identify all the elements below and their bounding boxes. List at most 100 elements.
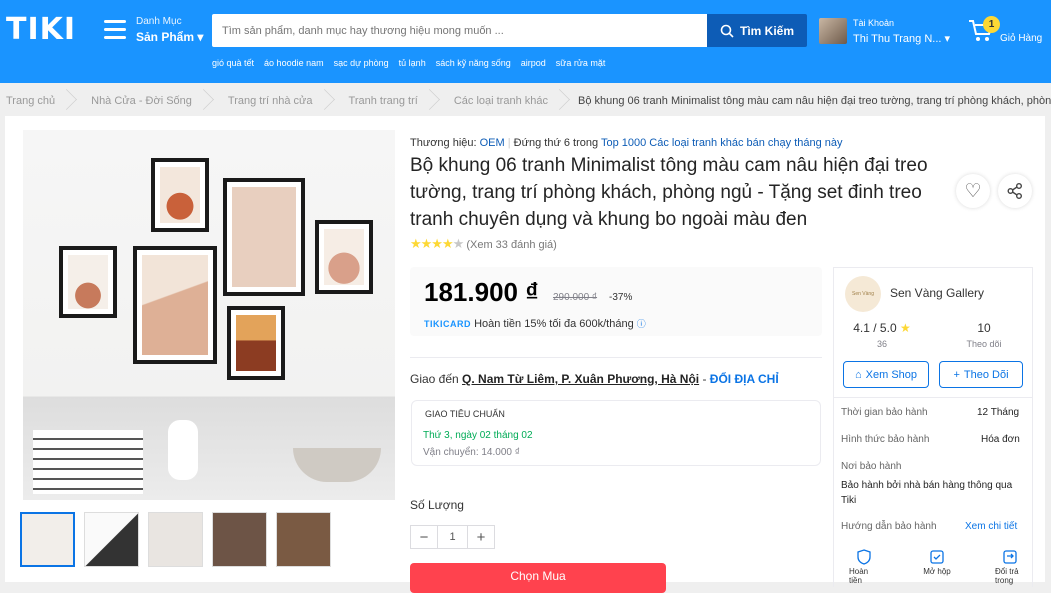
search-button[interactable]: Tìm Kiếm — [707, 14, 807, 47]
price-box: 181.900 ₫ 290.000 ₫ -37% TIKICARD Hoàn t… — [410, 267, 822, 336]
seller-name[interactable]: Sen Vàng Gallery — [890, 286, 984, 300]
decrease-button[interactable]: − — [410, 525, 438, 549]
discount-badge: -37% — [609, 292, 633, 303]
shipping-date: Thứ 3, ngày 02 tháng 02 — [423, 430, 533, 441]
shipping-title: GIAO TIÊU CHUẨN — [425, 409, 505, 419]
frame-art — [59, 246, 117, 318]
shield-icon — [857, 549, 871, 565]
divider — [410, 357, 822, 358]
return-policy[interactable]: Đổi trả trong — [995, 549, 1025, 585]
warranty-time-label: Thời gian bảo hành — [841, 407, 928, 418]
cart-label: Giỏ Hàng — [1000, 33, 1043, 44]
help-icon: ⓘ — [636, 319, 646, 329]
warranty-place-label: Nơi bảo hành — [841, 461, 902, 472]
account-menu[interactable]: Tài Khoản Thi Thu Trang N... ▾ — [819, 18, 950, 45]
breadcrumb-item[interactable]: Tranh trang trí — [343, 95, 434, 107]
warranty-time: 12 Tháng — [977, 407, 1020, 418]
quantity-value[interactable]: 1 — [438, 525, 467, 549]
warranty-guide-link[interactable]: Xem chi tiết — [965, 521, 1017, 532]
rank-link[interactable]: Top 1000 Các loại tranh khác bán chạy th… — [601, 137, 843, 149]
seller-followers: 10 Theo dõi — [966, 321, 1002, 349]
cart-count-badge: 1 — [983, 16, 1000, 33]
open-box-policy[interactable]: Mở hộp — [922, 549, 952, 585]
address-link[interactable]: Q. Nam Từ Liêm, P. Xuân Phương, Hà Nội — [462, 372, 699, 386]
breadcrumb-item[interactable]: Trang chủ — [0, 95, 71, 107]
breadcrumb: Trang chủ Nhà Cửa - Đời Sống Trang trí n… — [0, 86, 1051, 116]
search-input[interactable] — [212, 14, 707, 47]
tiki-logo[interactable]: TIKI — [6, 12, 76, 47]
quantity-stepper: − 1 + — [410, 525, 495, 549]
keyword-link[interactable]: áo hoodie nam — [264, 58, 324, 68]
product-panel: Thương hiệu: OEM | Đứng thứ 6 trong Top … — [5, 116, 1045, 593]
shipping-fee: Vận chuyển: 14.000 ₫ — [423, 447, 520, 458]
original-price: 290.000 ₫ — [553, 292, 598, 303]
account-label: Tài Khoản — [853, 18, 895, 28]
category-menu-label: Danh Mục — [136, 16, 182, 27]
hamburger-menu-icon[interactable] — [104, 20, 126, 40]
keyword-link[interactable]: airpod — [521, 58, 546, 68]
frame-art — [223, 178, 305, 296]
rating-row: ★★★★★ (Xem 33 đánh giá) — [410, 236, 557, 252]
search-icon — [720, 24, 734, 38]
keyword-suggestions: gió quà tết áo hoodie nam sạc dự phòng t… — [212, 58, 605, 68]
warranty-form-label: Hình thức bảo hành — [841, 434, 930, 445]
decor-books — [33, 430, 143, 494]
checkbox-icon — [930, 550, 944, 564]
delivery-address: Giao đến Q. Nam Từ Liêm, P. Xuân Phương,… — [410, 372, 779, 386]
increase-button[interactable]: + — [467, 525, 495, 549]
star-icons: ★★★★★ — [410, 236, 464, 251]
current-price: 181.900 ₫ — [424, 277, 539, 307]
thumbnail[interactable] — [20, 512, 75, 567]
breadcrumb-item[interactable]: Các loại tranh khác — [448, 95, 564, 107]
star-icon: ★ — [899, 321, 911, 335]
view-shop-button[interactable]: ⌂ Xem Shop — [843, 361, 929, 388]
shipping-box: GIAO TIÊU CHUẨN Thứ 3, ngày 02 tháng 02 … — [411, 400, 821, 466]
keyword-link[interactable]: sữa rửa mặt — [556, 58, 606, 68]
thumbnail-strip — [20, 512, 331, 567]
breadcrumb-item[interactable]: Nhà Cửa - Đời Sống — [85, 95, 208, 107]
thumbnail[interactable] — [212, 512, 267, 567]
quantity-label: Số Lượng — [410, 498, 464, 512]
decor-plant — [168, 420, 198, 480]
breadcrumb-current: Bộ khung 06 tranh Minimalist tông màu ca… — [578, 95, 1051, 107]
brand-line: Thương hiệu: OEM | Đứng thứ 6 trong Top … — [410, 137, 843, 149]
breadcrumb-item[interactable]: Trang trí nhà cửa — [222, 95, 329, 107]
keyword-link[interactable]: gió quà tết — [212, 58, 254, 68]
divider — [833, 397, 1033, 398]
follow-button[interactable]: + Theo Dõi — [939, 361, 1023, 388]
keyword-link[interactable]: sạc dự phòng — [334, 58, 389, 68]
frame-art — [151, 158, 209, 232]
thumbnail[interactable] — [276, 512, 331, 567]
buy-button[interactable]: Chọn Mua — [410, 563, 666, 593]
header-bar: TIKI Danh Mục Sản Phẩm ▾ Tìm Kiếm gió qu… — [0, 0, 1051, 83]
plus-icon: + — [953, 368, 960, 381]
cart-button[interactable]: 1 Giỏ Hàng — [967, 16, 1042, 49]
change-address-link[interactable]: ĐỔI ĐỊA CHỈ — [710, 372, 779, 386]
refund-policy[interactable]: Hoàn tiền — [849, 549, 879, 585]
keyword-link[interactable]: tủ lạnh — [399, 58, 426, 68]
warranty-form: Hóa đơn — [981, 434, 1020, 445]
heart-icon[interactable]: ♡ — [956, 174, 990, 208]
seller-card: Sen Vàng Sen Vàng Gallery 4.1 / 5.0 ★ 36 … — [833, 267, 1033, 587]
share-icon[interactable] — [998, 174, 1032, 208]
category-menu[interactable]: Danh Mục Sản Phẩm ▾ — [136, 16, 203, 44]
shop-icon: ⌂ — [854, 368, 862, 381]
return-icon — [1003, 550, 1017, 564]
warranty-place: Bảo hành bởi nhà bán hàng thông qua Tiki — [841, 480, 1013, 506]
avatar — [819, 18, 847, 44]
product-main-image[interactable] — [23, 130, 395, 500]
brand-link[interactable]: OEM — [480, 137, 505, 149]
thumbnail[interactable] — [148, 512, 203, 567]
account-name: Thi Thu Trang N... ▾ — [853, 33, 951, 45]
tikicard-logo: TIKICARD — [424, 319, 471, 329]
seller-rating: 4.1 / 5.0 ★ 36 — [853, 321, 911, 349]
frame-art — [133, 246, 217, 364]
review-link[interactable]: (Xem 33 đánh giá) — [466, 239, 557, 251]
keyword-link[interactable]: sách kỹ năng sống — [436, 58, 511, 68]
warranty-guide-label: Hướng dẫn bảo hành — [841, 521, 937, 532]
thumbnail[interactable] — [84, 512, 139, 567]
cashback-info: TIKICARD Hoàn tiền 15% tối đa 600k/tháng… — [424, 318, 646, 330]
seller-logo[interactable]: Sen Vàng — [845, 276, 881, 312]
policy-icons: Hoàn tiền Mở hộp Đổi trả trong — [849, 549, 1025, 585]
product-title: Bộ khung 06 tranh Minimalist tông màu ca… — [410, 155, 928, 230]
